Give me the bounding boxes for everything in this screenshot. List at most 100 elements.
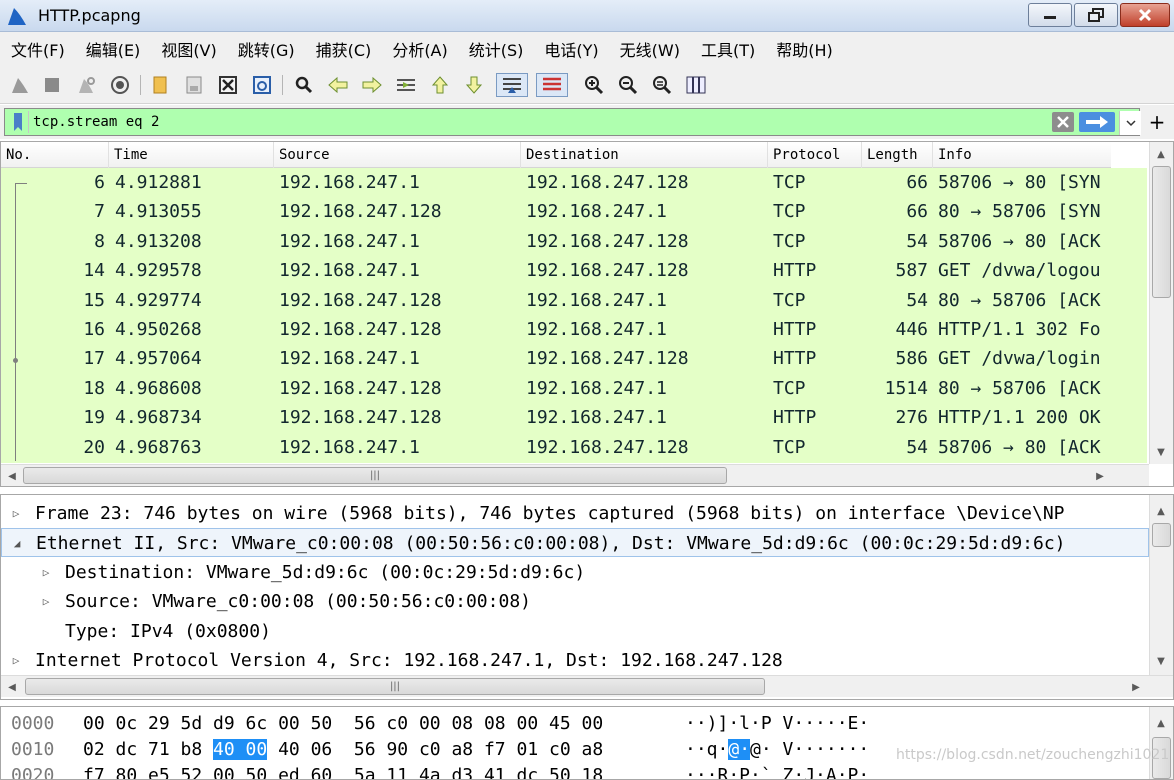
scroll-up-arrow-icon[interactable]: ▲ (1150, 501, 1172, 521)
restore-icon (1088, 8, 1104, 22)
detail-tree-item[interactable]: ▷ Internet Protocol Version 4, Src: 192.1… (1, 646, 1149, 675)
add-filter-button-plus-icon[interactable]: + (1146, 109, 1168, 135)
packet-bytes-vertical-scrollbar[interactable]: ▲ (1149, 707, 1173, 779)
column-header-source[interactable]: Source (274, 142, 521, 168)
reload-icon[interactable] (250, 73, 274, 97)
bytes-offset: 0020 (11, 765, 55, 780)
resize-columns-icon[interactable] (684, 73, 708, 97)
scroll-left-arrow-icon[interactable]: ◀ (1, 466, 23, 486)
cell-source: 192.168.247.1 (279, 230, 420, 252)
scrollbar-thumb[interactable]: ||| (25, 678, 765, 695)
scrollbar-thumb[interactable] (1152, 523, 1171, 547)
table-row[interactable]: 8 4.913208 192.168.247.1 192.168.247.128 TCP… (1, 227, 1147, 256)
menu-tools[interactable]: 工具(T) (692, 37, 764, 61)
tree-expand-arrow-icon[interactable]: ▷ (39, 558, 53, 587)
menu-help[interactable]: 帮助(H) (767, 37, 842, 61)
detail-tree-item[interactable]: ▷ Source: VMware_c0:00:08 (00:50:56:c0:00… (1, 587, 1149, 616)
menu-telephony[interactable]: 电话(Y) (535, 37, 607, 61)
table-row[interactable]: 18 4.968608 192.168.247.128 192.168.247.1 TC… (1, 374, 1147, 403)
bytes-row[interactable]: 0000 00 0c 29 5d d9 6c 00 50 56 c0 00 08 … (1, 711, 1147, 737)
restore-button[interactable] (1074, 3, 1118, 27)
detail-tree-item[interactable]: ▷ Frame 23: 746 bytes on wire (5968 bits)… (1, 499, 1149, 528)
cell-time: 4.929774 (115, 289, 202, 311)
menu-edit[interactable]: 编辑(E) (77, 37, 150, 61)
packet-list-vertical-scrollbar[interactable]: ▲ ▼ (1149, 142, 1173, 464)
menu-statistics[interactable]: 统计(S) (460, 37, 533, 61)
scroll-right-arrow-icon[interactable]: ▶ (1125, 677, 1147, 697)
cell-source: 192.168.247.128 (279, 319, 442, 340)
detail-tree-item[interactable]: Type: IPv4 (0x0800) (1, 617, 1149, 646)
scroll-right-arrow-icon[interactable]: ▶ (1089, 466, 1111, 486)
menu-capture[interactable]: 捕获(C) (307, 37, 381, 61)
menu-file[interactable]: 文件(F) (2, 37, 74, 61)
find-magnifier-icon[interactable] (292, 73, 316, 97)
minimize-button[interactable] (1028, 3, 1072, 27)
zoom-out-icon[interactable] (616, 73, 640, 97)
cell-no: 15 (83, 289, 105, 311)
menu-view[interactable]: 视图(V) (152, 37, 225, 61)
table-row[interactable]: 16 4.950268 192.168.247.128 192.168.247.1 HT… (1, 315, 1147, 344)
column-header-destination[interactable]: Destination (521, 142, 768, 168)
table-row[interactable]: 15 4.929774 192.168.247.128 192.168.247.1 TC… (1, 286, 1147, 315)
tree-expand-arrow-icon[interactable]: ▷ (9, 646, 23, 675)
cell-destination: 192.168.247.1 (526, 319, 667, 340)
tree-collapse-arrow-icon[interactable]: ◢ (10, 529, 24, 556)
tree-expand-arrow-icon[interactable]: ▷ (39, 587, 53, 616)
column-header-length[interactable]: Length (862, 142, 933, 168)
stop-square-icon[interactable] (40, 73, 64, 97)
scroll-down-arrow-icon[interactable]: ▼ (1150, 442, 1172, 462)
table-row[interactable]: 20 4.968763 192.168.247.1 192.168.247.128 TC… (1, 433, 1147, 462)
go-first-packet-icon[interactable] (428, 73, 452, 97)
shark-fin-start-icon[interactable] (8, 73, 32, 97)
column-header-protocol[interactable]: Protocol (768, 142, 862, 168)
go-back-arrow-icon[interactable] (326, 73, 350, 97)
column-header-info[interactable]: Info (933, 142, 1111, 168)
apply-filter-arrow-icon[interactable] (1079, 112, 1115, 132)
packet-details-horizontal-scrollbar[interactable]: ◀ ||| ▶ (1, 675, 1173, 697)
save-file-icon[interactable] (182, 73, 206, 97)
detail-tree-item[interactable]: ◢ Ethernet II, Src: VMware_c0:00:08 (00:5… (1, 528, 1149, 558)
packet-list-horizontal-scrollbar[interactable]: ◀ ||| ▶ (1, 464, 1149, 486)
scrollbar-thumb[interactable] (1152, 166, 1171, 298)
tree-expand-arrow-icon[interactable]: ▷ (9, 499, 23, 528)
table-row[interactable]: 6 4.912881 192.168.247.1 192.168.247.128 TCP… (1, 168, 1147, 197)
close-window-button[interactable] (1120, 3, 1170, 27)
column-header-no[interactable]: No. (1, 142, 109, 168)
autoscroll-icon[interactable] (496, 73, 528, 97)
cell-source: 192.168.247.1 (279, 172, 420, 193)
go-last-packet-icon[interactable] (462, 73, 486, 97)
capture-options-gear-icon[interactable] (108, 73, 132, 97)
detail-tree-label: Internet Protocol Version 4, Src: 192.16… (35, 650, 783, 671)
go-to-packet-icon[interactable] (394, 73, 418, 97)
restart-fin-icon[interactable] (74, 73, 98, 97)
open-folder-icon[interactable] (148, 73, 172, 97)
detail-tree-label: Ethernet II, Src: VMware_c0:00:08 (00:50… (36, 533, 1066, 555)
zoom-in-icon[interactable] (582, 73, 606, 97)
menu-analyze[interactable]: 分析(A) (383, 37, 456, 61)
go-forward-arrow-icon[interactable] (360, 73, 384, 97)
clear-filter-icon[interactable] (1052, 112, 1074, 132)
packet-details-vertical-scrollbar[interactable]: ▲ ▼ (1149, 495, 1173, 675)
scroll-left-arrow-icon[interactable]: ◀ (1, 677, 23, 697)
scroll-up-arrow-icon[interactable]: ▲ (1150, 144, 1172, 164)
cell-no: 8 (94, 230, 105, 252)
table-row[interactable]: 17 4.957064 192.168.247.1 192.168.247.128 HT… (1, 344, 1147, 373)
menu-go[interactable]: 跳转(G) (229, 37, 304, 61)
table-row[interactable]: 19 4.968734 192.168.247.128 192.168.247.1 HT… (1, 403, 1147, 432)
column-header-time[interactable]: Time (109, 142, 274, 168)
bytes-row[interactable]: 0020 f7 80 e5 52 00 50 ed 60 5a 11 4a d3 … (1, 763, 1147, 780)
scroll-down-arrow-icon[interactable]: ▼ (1150, 651, 1172, 671)
filter-bookmark-icon[interactable] (7, 111, 29, 133)
display-filter-input[interactable] (33, 111, 1043, 133)
colorize-icon[interactable] (536, 73, 568, 97)
filter-history-chevron-down-icon[interactable] (1119, 111, 1141, 135)
table-row[interactable]: 7 4.913055 192.168.247.128 192.168.247.1 TCP… (1, 197, 1147, 226)
detail-tree-item[interactable]: ▷ Destination: VMware_5d:d9:6c (00:0c:29:… (1, 558, 1149, 587)
scroll-up-arrow-icon[interactable]: ▲ (1150, 713, 1172, 733)
close-file-icon[interactable] (216, 73, 240, 97)
zoom-normal-icon[interactable] (650, 73, 674, 97)
cell-time: 4.929578 (115, 260, 202, 282)
menu-wireless[interactable]: 无线(W) (611, 37, 689, 61)
table-row[interactable]: 14 4.929578 192.168.247.1 192.168.247.128 HT… (1, 256, 1147, 285)
scrollbar-thumb[interactable]: ||| (23, 467, 727, 484)
